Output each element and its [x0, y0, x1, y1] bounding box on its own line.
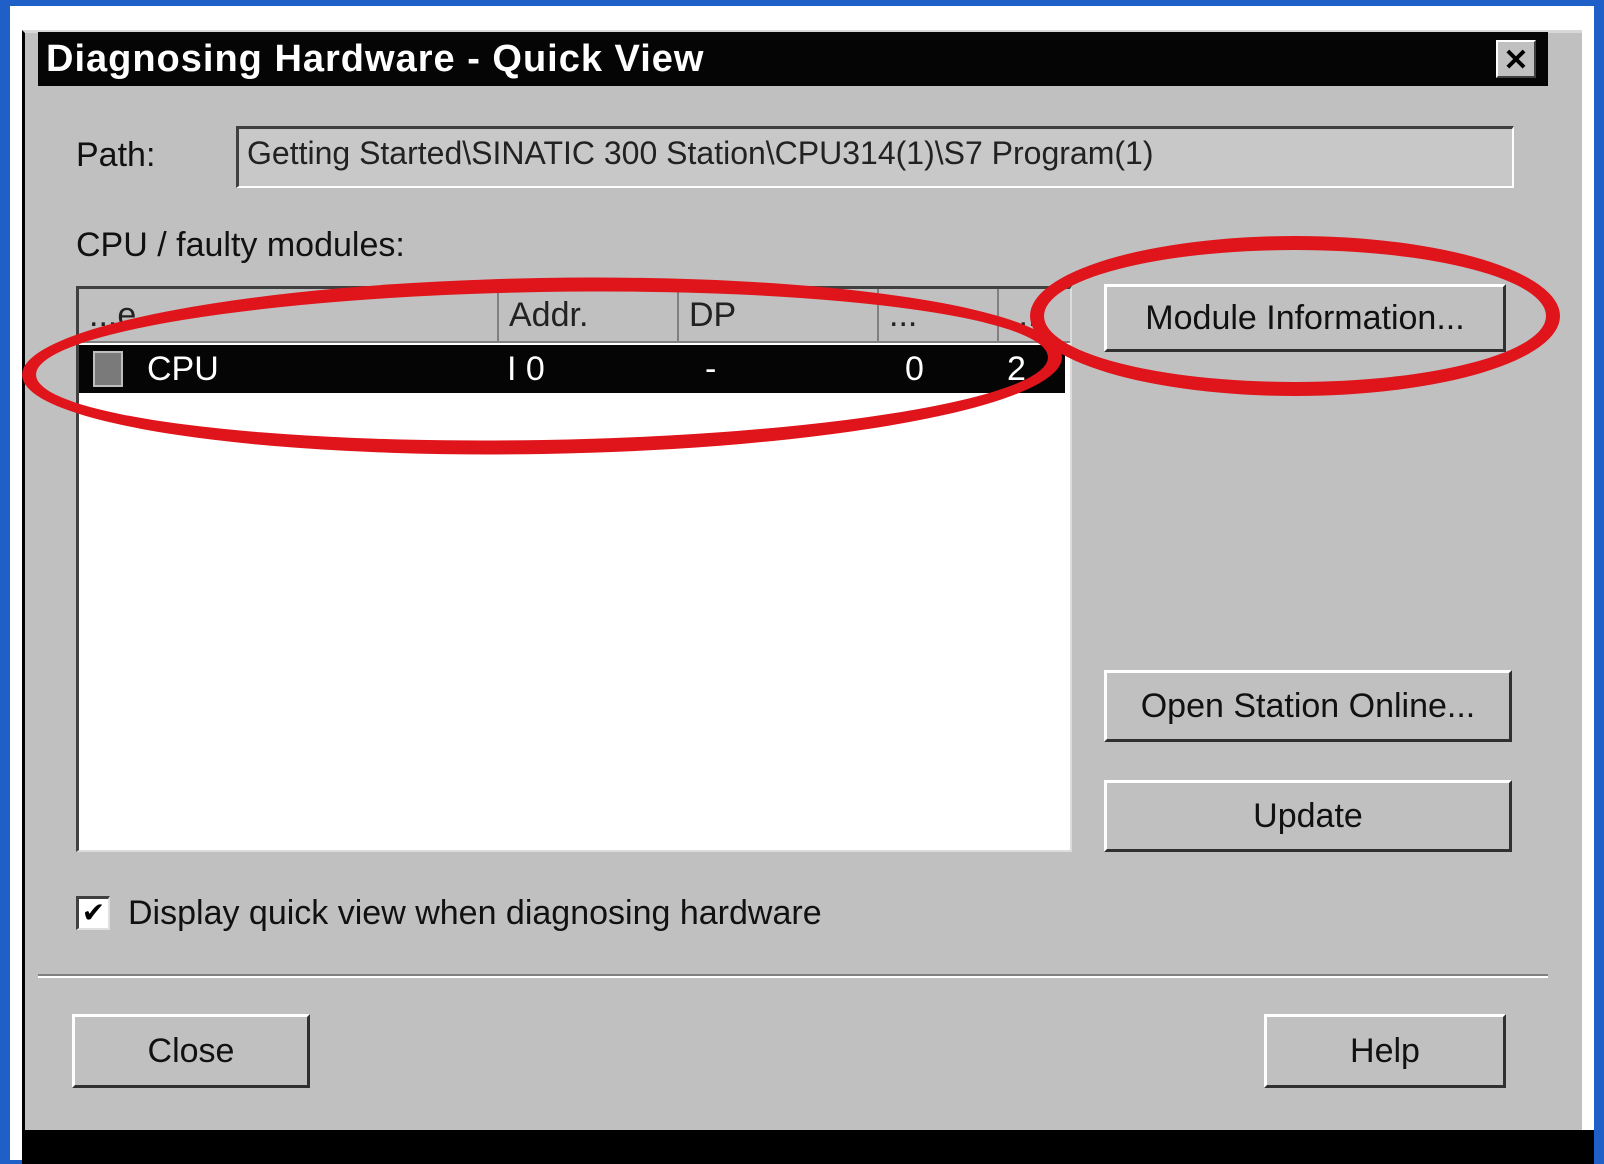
row-name: CPU	[147, 350, 219, 388]
checkmark-icon: ✔	[81, 897, 106, 928]
table-row[interactable]: CPU I 0 - 0 2	[79, 345, 1065, 393]
row-col5: 2	[1007, 350, 1026, 388]
modules-list[interactable]: ...e Addr. DP ... ... CPU I 0 - 0 2	[76, 286, 1072, 852]
window-title: Diagnosing Hardware - Quick View	[46, 38, 705, 80]
close-window-button[interactable]: ✕	[1496, 40, 1536, 78]
column-header-4[interactable]: ...	[879, 289, 999, 341]
module-icon	[93, 351, 123, 387]
close-icon: ✕	[1503, 44, 1529, 77]
path-field: Getting Started\SINATIC 300 Station\CPU3…	[236, 126, 1514, 188]
title-bar: Diagnosing Hardware - Quick View ✕	[38, 32, 1548, 86]
modules-label: CPU / faulty modules:	[76, 226, 405, 264]
row-address: I 0	[507, 350, 545, 388]
row-dp: -	[705, 350, 717, 388]
help-button[interactable]: Help	[1264, 1014, 1506, 1088]
separator	[38, 974, 1548, 978]
close-button[interactable]: Close	[72, 1014, 310, 1088]
column-header-5[interactable]: ...	[999, 289, 1070, 341]
column-header-address[interactable]: Addr.	[499, 289, 679, 341]
update-button[interactable]: Update	[1104, 780, 1512, 852]
row-col4: 0	[905, 350, 924, 388]
module-information-button[interactable]: Module Information...	[1104, 284, 1506, 352]
open-station-online-button[interactable]: Open Station Online...	[1104, 670, 1512, 742]
path-label: Path:	[76, 136, 156, 174]
quick-view-checkbox-label[interactable]: Display quick view when diagnosing hardw…	[128, 894, 822, 933]
dialog-shadow	[22, 1130, 1594, 1164]
column-header-dp[interactable]: DP	[679, 289, 879, 341]
column-header-name[interactable]: ...e	[79, 289, 499, 341]
list-header: ...e Addr. DP ... ...	[79, 289, 1070, 343]
quick-view-checkbox[interactable]: ✔	[76, 896, 110, 930]
